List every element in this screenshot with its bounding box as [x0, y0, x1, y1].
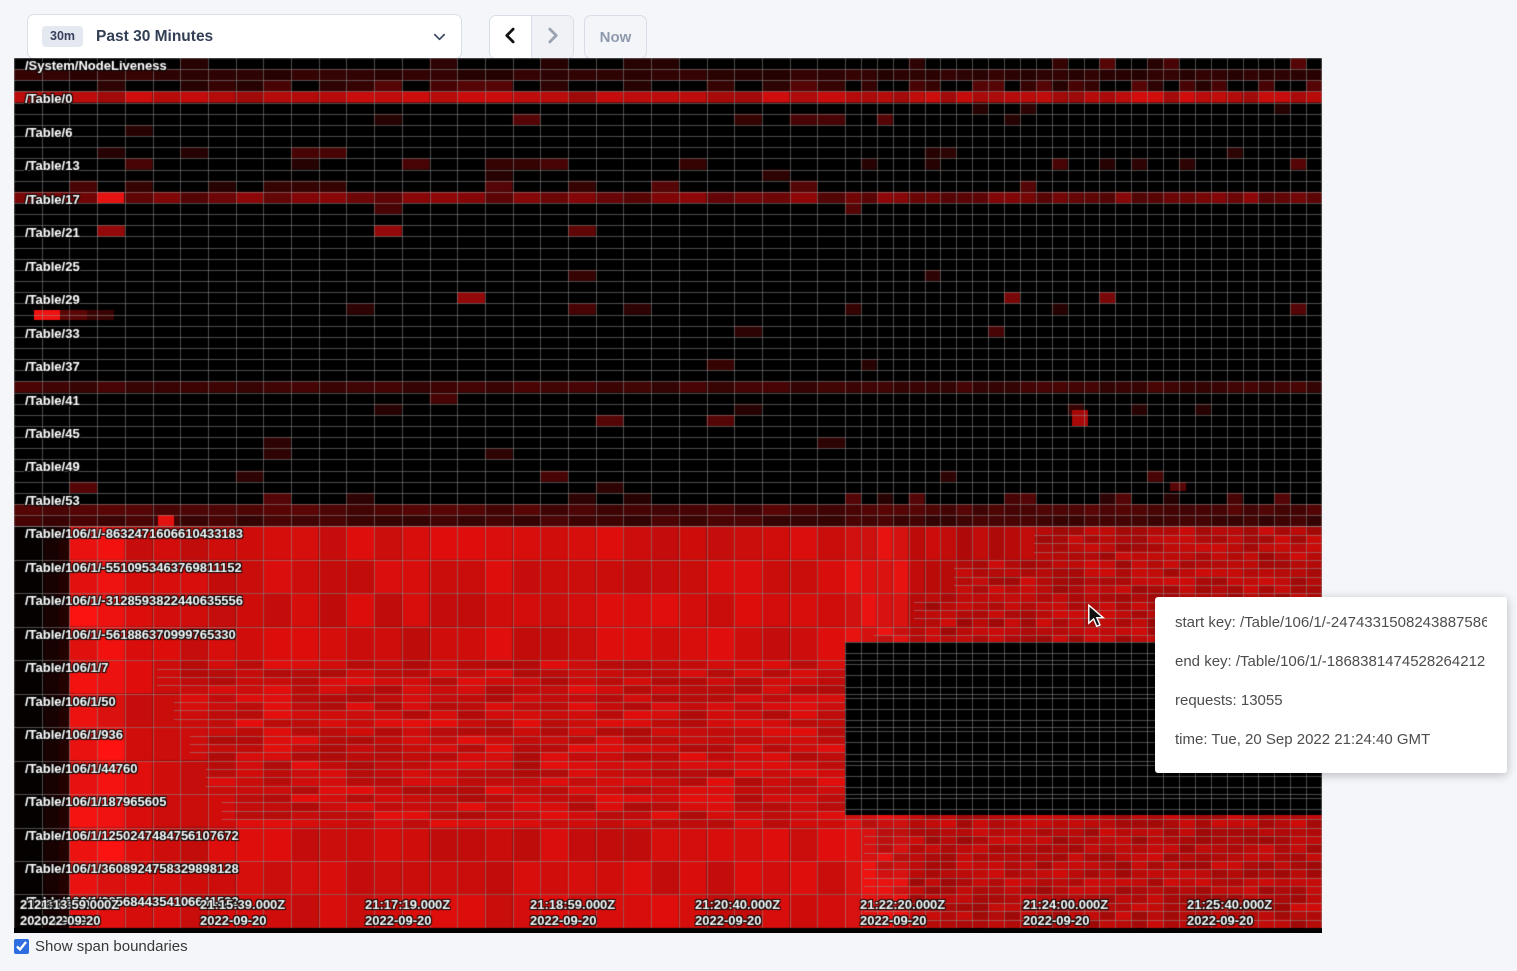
chevron-down-icon [432, 29, 447, 44]
time-nav-group [489, 15, 574, 59]
hover-tooltip: start key: /Table/106/1/-247433150824388… [1155, 597, 1507, 773]
tooltip-start-key: start key: /Table/106/1/-247433150824388… [1175, 614, 1487, 632]
key-visualizer: start key: /Table/106/1/-247433150824388… [14, 58, 1322, 933]
time-range-label: Past 30 Minutes [96, 28, 213, 46]
prev-time-button[interactable] [490, 16, 531, 58]
time-range-select[interactable]: 30m Past 30 Minutes [27, 14, 462, 59]
tooltip-time: time: Tue, 20 Sep 2022 21:24:40 GMT [1175, 731, 1487, 749]
tooltip-end-key: end key: /Table/106/1/-18683814745282642… [1175, 653, 1487, 671]
time-range-badge: 30m [42, 26, 83, 47]
show-span-boundaries-label: Show span boundaries [35, 938, 188, 955]
chevron-left-icon [502, 26, 519, 48]
next-time-button[interactable] [531, 16, 573, 58]
now-button[interactable]: Now [584, 15, 647, 59]
key-visualizer-page: 30m Past 30 Minutes Now start key: /Tabl… [0, 0, 1517, 971]
chevron-right-icon [544, 26, 561, 48]
tooltip-requests: requests: 13055 [1175, 692, 1487, 710]
show-span-boundaries-toggle[interactable]: Show span boundaries [14, 938, 188, 955]
key-visualizer-heatmap[interactable] [14, 58, 1322, 933]
show-span-boundaries-checkbox[interactable] [14, 939, 29, 954]
